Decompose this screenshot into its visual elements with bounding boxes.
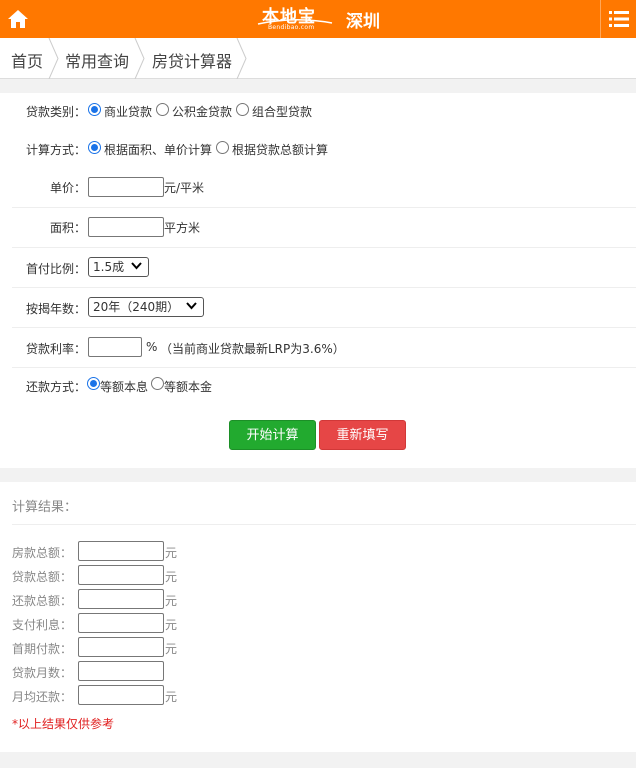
list-menu-icon xyxy=(608,11,629,27)
result-label: 月均还款： xyxy=(12,690,73,704)
top-header: 本地宝 Bendibao.com 深圳 xyxy=(0,0,636,38)
row-divider xyxy=(12,287,636,288)
unit-price-input[interactable] xyxy=(88,177,164,197)
mortgage-years-label: 按揭年数： xyxy=(26,302,87,316)
down-payment-value: 1.5成 xyxy=(93,260,125,274)
loan-type-commercial-label[interactable]: 商业贷款 xyxy=(104,103,152,120)
breadcrumb-mortgage-calculator[interactable]: 房贷计算器 xyxy=(152,48,232,72)
loan-rate-input[interactable] xyxy=(88,337,142,357)
loan-type-combined-label[interactable]: 组合型贷款 xyxy=(252,103,312,120)
disclaimer-note: *以上结果仅供参考 xyxy=(12,717,115,731)
unit-price-label: 单价： xyxy=(50,181,87,195)
row-divider xyxy=(12,207,636,208)
calculator-form: 贷款类别： 商业贷款 公积金贷款 组合型贷款 计算方式： 根据面积、单价计算 根… xyxy=(0,93,636,468)
mortgage-years-value: 20年（240期） xyxy=(93,300,180,314)
breadcrumb-common-query[interactable]: 常用查询 xyxy=(65,48,129,72)
breadcrumb-home[interactable]: 首页 xyxy=(11,48,43,72)
calc-method-area-label[interactable]: 根据面积、单价计算 xyxy=(104,141,212,158)
result-unit: 元 xyxy=(165,642,178,656)
repay-equal-principal-label[interactable]: 等额本金 xyxy=(164,378,212,395)
result-label: 贷款月数： xyxy=(12,666,73,680)
down-payment-select[interactable]: 1.5成 xyxy=(88,257,149,277)
result-label: 首期付款： xyxy=(12,642,73,656)
result-panel: 计算结果： 房款总额： 元 贷款总额： 元 还款总额： 元 支付利息： 元 首期… xyxy=(0,482,636,752)
loan-type-combined-radio[interactable] xyxy=(236,103,249,116)
calc-method-total-label[interactable]: 根据贷款总额计算 xyxy=(232,141,328,158)
interest-paid-field[interactable] xyxy=(78,613,164,633)
calculate-button[interactable]: 开始计算 xyxy=(229,420,316,450)
city-name[interactable]: 深圳 xyxy=(346,7,380,32)
breadcrumb: 首页 常用查询 房贷计算器 xyxy=(0,38,636,79)
home-button[interactable] xyxy=(0,0,36,38)
down-payment-label: 首付比例： xyxy=(26,262,87,276)
breadcrumb-separator-icon xyxy=(48,38,59,79)
site-logo[interactable]: 本地宝 Bendibao.com xyxy=(256,2,334,34)
result-unit: 元 xyxy=(165,570,178,584)
home-icon xyxy=(8,10,28,28)
loan-type-commercial-radio[interactable] xyxy=(88,103,101,116)
row-divider xyxy=(12,327,636,328)
loan-rate-note: （当前商业贷款最新LRP为3.6%） xyxy=(160,342,345,356)
result-label: 还款总额： xyxy=(12,594,73,608)
chevron-down-icon xyxy=(131,262,142,270)
result-label: 贷款总额： xyxy=(12,570,73,584)
unit-price-unit: 元/平米 xyxy=(164,181,205,195)
loan-rate-unit: % xyxy=(146,340,158,354)
loan-months-field[interactable] xyxy=(78,661,164,681)
calc-method-label: 计算方式： xyxy=(26,143,87,157)
result-title: 计算结果： xyxy=(12,500,78,515)
menu-button[interactable] xyxy=(600,0,636,38)
house-total-field[interactable] xyxy=(78,541,164,561)
loan-type-fund-label[interactable]: 公积金贷款 xyxy=(172,103,232,120)
result-unit: 元 xyxy=(165,690,178,704)
loan-type-fund-radio[interactable] xyxy=(156,103,169,116)
row-divider xyxy=(12,367,636,368)
area-unit: 平方米 xyxy=(164,221,201,235)
logo-subtext: Bendibao.com xyxy=(268,24,315,31)
mortgage-years-select[interactable]: 20年（240期） xyxy=(88,297,204,317)
loan-total-field[interactable] xyxy=(78,565,164,585)
row-divider xyxy=(12,247,636,248)
repay-equal-installment-label[interactable]: 等额本息 xyxy=(100,378,148,395)
result-unit: 元 xyxy=(165,546,178,560)
loan-type-label: 贷款类别： xyxy=(26,105,87,119)
area-label: 面积： xyxy=(50,221,87,235)
repay-method-label: 还款方式： xyxy=(26,380,87,394)
result-unit: 元 xyxy=(165,618,178,632)
area-input[interactable] xyxy=(88,217,164,237)
monthly-payment-field[interactable] xyxy=(78,685,164,705)
breadcrumb-separator-icon xyxy=(134,38,145,79)
calc-method-area-radio[interactable] xyxy=(88,141,101,154)
repay-equal-principal-radio[interactable] xyxy=(151,377,164,390)
breadcrumb-separator-icon xyxy=(236,38,247,79)
result-label: 房款总额： xyxy=(12,546,73,560)
calc-method-total-radio[interactable] xyxy=(216,141,229,154)
result-unit: 元 xyxy=(165,594,178,608)
first-payment-field[interactable] xyxy=(78,637,164,657)
repay-equal-installment-radio[interactable] xyxy=(87,377,100,390)
repay-total-field[interactable] xyxy=(78,589,164,609)
chevron-down-icon xyxy=(186,302,197,310)
loan-rate-label: 贷款利率： xyxy=(26,342,87,356)
result-divider xyxy=(12,524,636,525)
reset-button[interactable]: 重新填写 xyxy=(319,420,406,450)
result-label: 支付利息： xyxy=(12,618,73,632)
